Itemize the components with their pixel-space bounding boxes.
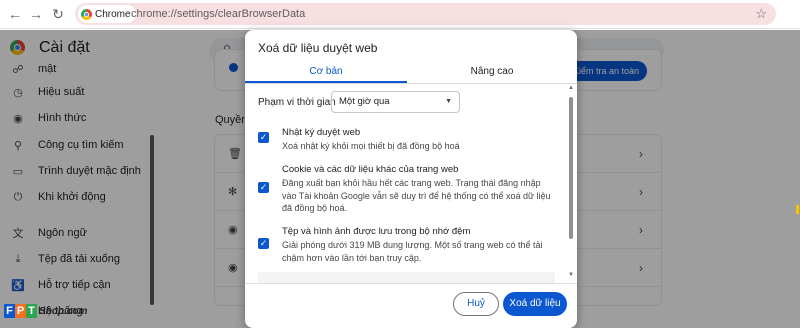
chrome-logo-icon (81, 8, 92, 20)
url-text[interactable]: chrome://settings/clearBrowserData (131, 3, 305, 25)
address-bar[interactable]: Chrome chrome://settings/clearBrowserDat… (75, 3, 776, 25)
option-description: Đăng xuất bạn khỏi hầu hết các trang web… (282, 178, 551, 213)
option-title: Tệp và hình ảnh được lưu trong bộ nhớ đệ… (282, 226, 471, 237)
option-title: Cookie và các dữ liệu khác của trang web (282, 164, 459, 175)
scroll-down-arrow-icon[interactable]: ▼ (568, 272, 574, 278)
reload-icon[interactable]: ↻ (49, 5, 67, 23)
tab-advanced[interactable]: Nâng cao (407, 66, 577, 84)
browser-toolbar: ← → ↻ Chrome chrome://settings/clearBrow… (0, 0, 800, 29)
cancel-button[interactable]: Huỷ (453, 292, 499, 316)
site-chip-label: Chrome (95, 8, 131, 20)
clear-data-button[interactable]: Xoá dữ liệu (503, 292, 567, 316)
scroll-marker (796, 205, 799, 214)
option-description: Xoá nhật ký khỏi mọi thiết bị đã đồng bộ… (282, 141, 460, 151)
forward-icon[interactable]: → (27, 5, 45, 23)
scroll-up-arrow-icon[interactable]: ▲ (568, 85, 574, 91)
dialog-footer-divider (245, 283, 577, 284)
cookies-checkbox[interactable]: ✓ (258, 182, 269, 193)
cache-checkbox[interactable]: ✓ (258, 238, 269, 249)
clear-browsing-data-dialog: Xoá dữ liệu duyệt web Cơ bản Nâng cao Ph… (245, 30, 577, 328)
watermark-logo: F P T Shop.com (4, 304, 87, 318)
option-description: Giải phóng dưới 319 MB dung lượng. Một s… (282, 240, 543, 263)
dialog-scrollbar-thumb[interactable] (569, 97, 573, 239)
bookmark-star-icon[interactable]: ☆ (755, 3, 767, 25)
back-icon[interactable]: ← (6, 5, 24, 23)
site-info-chip[interactable]: Chrome (78, 5, 136, 23)
time-range-value: Một giờ qua (339, 96, 390, 107)
browsing-history-checkbox[interactable]: ✓ (258, 132, 269, 143)
option-title: Nhật ký duyệt web (282, 127, 361, 138)
time-range-select[interactable]: Một giờ qua ▼ (331, 91, 460, 113)
dropdown-caret-icon: ▼ (445, 98, 452, 105)
time-range-label: Phạm vi thời gian (258, 97, 336, 108)
dialog-title: Xoá dữ liệu duyệt web (258, 41, 378, 55)
tab-divider (245, 83, 577, 84)
